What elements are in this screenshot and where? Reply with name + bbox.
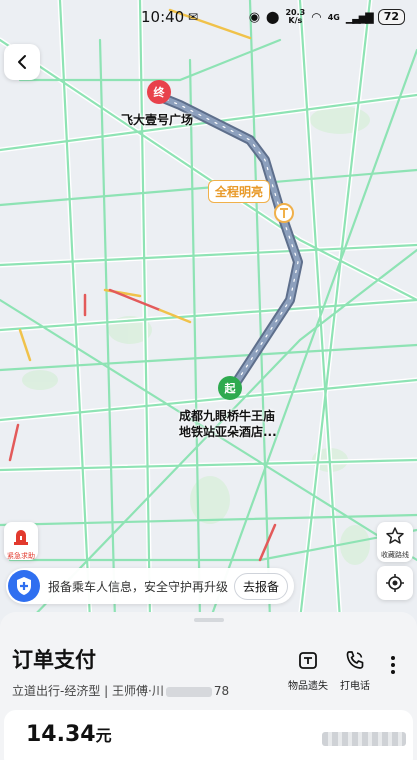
favorite-route-button[interactable]: 收藏路线 xyxy=(377,522,413,562)
emergency-button[interactable]: 紧急求助 xyxy=(4,522,38,560)
location-icon: ⬤ xyxy=(266,10,280,24)
locate-me-button[interactable] xyxy=(377,566,413,600)
star-icon xyxy=(386,527,404,544)
lost-items-button[interactable]: 物品遗失 xyxy=(288,650,328,692)
start-marker[interactable]: 起 xyxy=(218,376,242,406)
order-title: 订单支付 xyxy=(12,648,96,672)
masked-plate xyxy=(165,686,212,697)
status-bar: 10:40 ✉ ◉ ⬤ 20.3 K/s ◠ 4G ▁▃▅▇ 72 xyxy=(0,0,417,34)
safety-report-banner[interactable]: 报备乘车人信息，安全守护再升级 去报备 xyxy=(6,568,294,604)
clock: 10:40 xyxy=(141,8,185,26)
lost-item-icon xyxy=(299,652,317,669)
chevron-left-icon xyxy=(18,55,26,69)
network-type: 4G xyxy=(327,12,340,22)
wifi-icon: ◠ xyxy=(311,10,322,24)
end-marker[interactable]: 终 xyxy=(147,80,171,110)
obscured-detail xyxy=(322,732,406,746)
back-button[interactable] xyxy=(4,44,40,80)
battery-level: 72 xyxy=(377,9,405,25)
route-lighting-tag: 全程明亮 xyxy=(208,180,271,203)
sheet-handle[interactable] xyxy=(194,618,224,622)
safety-message: 报备乘车人信息，安全守护再升级 xyxy=(48,579,229,594)
price-card: 14.34元 xyxy=(4,710,413,760)
shield-icon xyxy=(8,570,40,602)
net-speed: 20.3 K/s xyxy=(285,8,306,25)
start-place-label: 成都九眼桥牛王庙 地铁站亚朵酒店... xyxy=(179,409,277,439)
status-indicators: ◉ ⬤ 20.3 K/s ◠ 4G ▁▃▅▇ 72 xyxy=(249,9,405,25)
end-place-label: 飞大壹号广场 xyxy=(121,113,194,127)
trip-info: 立道出行-经济型 | 王师傅·川 78 xyxy=(12,684,230,698)
crosshair-icon xyxy=(386,574,404,592)
more-options-icon[interactable] xyxy=(388,656,398,677)
order-sheet: 订单支付 立道出行-经济型 | 王师傅·川 78 物品遗失 打电话 14.34元 xyxy=(0,612,417,760)
signal-icon: ▁▃▅▇ xyxy=(345,10,374,24)
notification-icon: ✉ xyxy=(188,10,199,24)
report-button[interactable]: 去报备 xyxy=(233,572,288,600)
alarm-icon xyxy=(14,530,28,545)
fare-amount: 14.34元 xyxy=(26,722,112,747)
phone-icon xyxy=(346,651,364,669)
call-driver-button[interactable]: 打电话 xyxy=(340,650,370,692)
eye-icon: ◉ xyxy=(248,9,261,25)
route-map[interactable] xyxy=(0,0,417,620)
